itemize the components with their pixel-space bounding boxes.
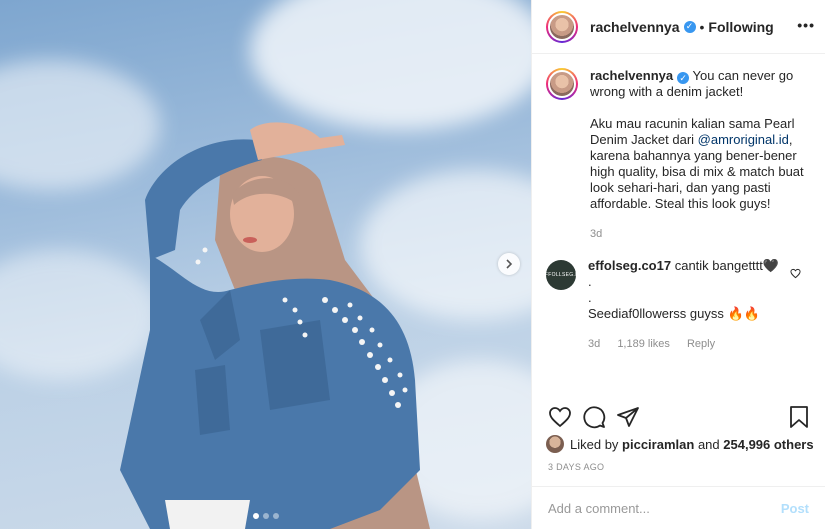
action-bar [546, 402, 813, 432]
woman-in-denim-jacket-illustration [120, 122, 430, 529]
next-image-button[interactable] [498, 253, 520, 275]
likes-summary: Liked by picciramlan and 254,996 others [546, 435, 814, 453]
liker-avatar[interactable] [546, 435, 564, 453]
comment-like-heart-icon[interactable] [790, 268, 801, 282]
caption-username[interactable]: rachelvennya [590, 68, 673, 83]
author-username[interactable]: rachelvennya [590, 19, 680, 35]
comments-section: rachelvennya ✓ You can never go wrong wit… [532, 54, 825, 394]
commenter-avatar[interactable]: EFFOLLSEG.ID [541, 260, 580, 290]
comment-likes[interactable]: 1,189 likes [617, 338, 670, 350]
comment-text-2: Seediaf0llowerss guyss 🔥🔥 [588, 306, 760, 321]
mention-link[interactable]: @amroriginal.id [698, 132, 789, 147]
comment-time[interactable]: 3d [588, 338, 600, 350]
more-horizontal-icon[interactable]: ••• [797, 17, 815, 33]
verified-badge-icon: ✓ [677, 72, 690, 84]
reply-button[interactable]: Reply [687, 338, 715, 350]
likes-middle: and [697, 436, 720, 452]
author-avatar[interactable] [546, 10, 578, 43]
carousel-dot [262, 513, 269, 519]
chevron-right-icon [506, 259, 513, 269]
add-comment-input[interactable] [548, 500, 781, 516]
comment-bubble-icon[interactable] [580, 403, 608, 431]
comment-text: cantik bangetttt🖤 [674, 258, 780, 273]
caption-author-avatar[interactable] [546, 68, 578, 100]
share-paper-plane-icon[interactable] [614, 403, 642, 431]
following-button[interactable]: Following [708, 19, 773, 35]
post-image[interactable] [0, 0, 531, 529]
post-comment-button[interactable]: Post [781, 501, 809, 516]
post-side-panel: rachelvennya ✓ • Following ••• rachelven… [531, 0, 825, 529]
liker-username[interactable]: picciramlan [622, 437, 694, 452]
caption: rachelvennya ✓ You can never go wrong wit… [546, 68, 809, 242]
comment-dot: . [588, 274, 592, 289]
post-header: rachelvennya ✓ • Following ••• [532, 0, 825, 54]
save-bookmark-icon[interactable] [785, 403, 813, 431]
likes-prefix: Liked by [570, 436, 619, 452]
commenter-username[interactable]: effolseg.co17 [588, 258, 671, 273]
carousel-dot [272, 513, 279, 519]
like-heart-icon[interactable] [546, 403, 574, 431]
caption-time[interactable]: 3d [590, 228, 602, 240]
carousel-dot [252, 513, 259, 519]
add-comment-bar: Post [532, 486, 825, 529]
caption-meta: 3d [590, 226, 805, 242]
post-date[interactable]: 3 DAYS AGO [548, 462, 604, 472]
carousel-indicator [0, 513, 531, 519]
likes-count-button[interactable]: 254,996 others [723, 437, 813, 452]
comment-meta: 3d 1,189 likes Reply [588, 336, 803, 352]
comment-item: EFFOLLSEG.ID effolseg.co17 cantik banget… [541, 258, 809, 352]
verified-badge-icon: ✓ [683, 20, 696, 33]
comment-dot: . [588, 290, 592, 305]
separator-dot: • [699, 18, 705, 35]
